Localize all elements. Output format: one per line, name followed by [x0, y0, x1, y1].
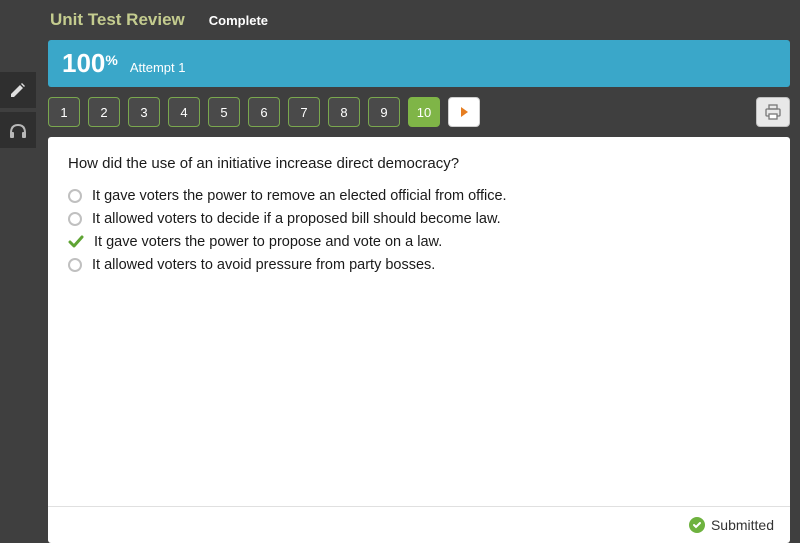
headphones-icon	[8, 121, 28, 139]
footer-status: Submitted	[711, 517, 774, 533]
next-button[interactable]	[448, 97, 480, 127]
question-nav-4[interactable]: 4	[168, 97, 200, 127]
option-text: It gave voters the power to remove an el…	[92, 188, 507, 204]
option-text: It gave voters the power to propose and …	[94, 234, 442, 250]
attempt-label: Attempt 1	[130, 60, 186, 75]
radio-icon	[68, 212, 82, 226]
submitted-check-icon	[689, 517, 705, 533]
score-banner: 100 % Attempt 1	[48, 40, 790, 87]
question-text: How did the use of an initiative increas…	[68, 155, 770, 172]
radio-icon	[68, 189, 82, 203]
sidebar	[0, 72, 36, 152]
radio-icon	[68, 258, 82, 272]
question-nav-5[interactable]: 5	[208, 97, 240, 127]
option-row[interactable]: It allowed voters to avoid pressure from…	[68, 257, 770, 273]
question-nav-9[interactable]: 9	[368, 97, 400, 127]
option-row[interactable]: It gave voters the power to propose and …	[68, 234, 770, 250]
footer: Submitted	[48, 506, 790, 543]
header: Unit Test Review Complete	[0, 0, 800, 40]
question-nav-6[interactable]: 6	[248, 97, 280, 127]
question-nav-7[interactable]: 7	[288, 97, 320, 127]
option-row[interactable]: It allowed voters to decide if a propose…	[68, 211, 770, 227]
question-nav-1[interactable]: 1	[48, 97, 80, 127]
option-text: It allowed voters to decide if a propose…	[92, 211, 501, 227]
question-nav-8[interactable]: 8	[328, 97, 360, 127]
question-nav-10[interactable]: 10	[408, 97, 440, 127]
score-percent: %	[105, 52, 117, 68]
options-list: It gave voters the power to remove an el…	[68, 188, 770, 273]
completion-status: Complete	[209, 13, 268, 28]
pencil-icon	[9, 81, 27, 99]
question-nav-3[interactable]: 3	[128, 97, 160, 127]
audio-tool-button[interactable]	[0, 112, 36, 148]
printer-icon	[764, 104, 782, 120]
option-row[interactable]: It gave voters the power to remove an el…	[68, 188, 770, 204]
pencil-tool-button[interactable]	[0, 72, 36, 108]
print-button[interactable]	[756, 97, 790, 127]
checkmark-icon	[68, 235, 84, 249]
content-panel: How did the use of an initiative increas…	[48, 137, 790, 543]
score-value: 100	[62, 48, 105, 79]
page-title: Unit Test Review	[50, 10, 185, 30]
option-text: It allowed voters to avoid pressure from…	[92, 257, 435, 273]
arrow-right-icon	[461, 107, 468, 117]
question-area: How did the use of an initiative increas…	[48, 137, 790, 506]
question-nav-2[interactable]: 2	[88, 97, 120, 127]
question-nav: 123456789 10	[0, 87, 800, 137]
